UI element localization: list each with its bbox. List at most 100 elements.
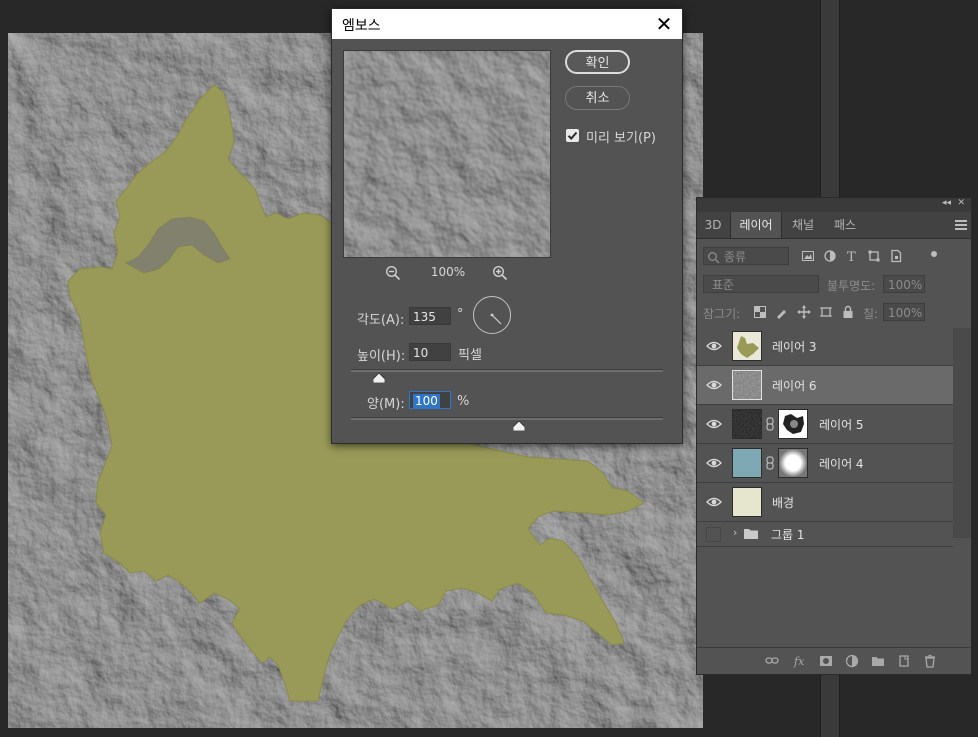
lock-pixels-icon[interactable] <box>775 305 789 319</box>
layer-kind-value: 종류 <box>724 250 747 264</box>
ok-button[interactable]: 확인 <box>565 50 630 74</box>
preview-texture <box>344 51 550 257</box>
layer-thumbnail <box>732 448 762 478</box>
folder-icon <box>744 529 758 539</box>
new-group-icon[interactable] <box>871 654 885 668</box>
eye-icon[interactable] <box>706 496 722 508</box>
tab-3d[interactable]: 3D <box>697 212 729 238</box>
layer-mask-thumbnail[interactable] <box>778 448 808 478</box>
link-icon[interactable] <box>766 456 774 470</box>
amount-unit: % <box>457 394 470 409</box>
layer-row[interactable]: 배경 <box>697 483 953 522</box>
shape-filter-icon[interactable] <box>867 249 881 263</box>
angle-dial[interactable] <box>473 296 511 334</box>
eye-icon[interactable] <box>706 418 722 430</box>
height-slider-thumb[interactable] <box>373 373 386 383</box>
tab-paths[interactable]: 패스 <box>825 212 865 238</box>
layers-bottom-bar: fx <box>697 647 971 674</box>
layer-thumbnail <box>732 331 762 361</box>
height-label: 높이(H): <box>357 349 406 364</box>
angle-unit: ° <box>457 307 464 322</box>
amount-label: 양(M): <box>367 397 405 412</box>
dark-noise-thumbnail-image <box>733 410 761 438</box>
height-input[interactable]: 10 <box>409 343 451 361</box>
zoom-level: 100% <box>430 265 466 279</box>
layer-mask-thumbnail[interactable] <box>778 409 808 439</box>
layer-thumbnail <box>732 409 762 439</box>
trash-icon[interactable] <box>923 654 937 668</box>
map-thumbnail-image <box>737 336 759 358</box>
search-icon <box>708 252 720 264</box>
link-icon[interactable] <box>766 417 774 431</box>
type-filter-icon[interactable]: T <box>845 249 859 263</box>
tab-channels[interactable]: 채널 <box>783 212 823 238</box>
height-slider-track[interactable] <box>351 369 663 372</box>
opacity-label: 불투명도: <box>827 279 876 293</box>
amount-input[interactable]: 100 <box>409 391 451 409</box>
zoom-in-icon[interactable] <box>492 265 508 281</box>
collapse-icon[interactable]: ◂◂ <box>942 198 951 208</box>
layer-thumbnail <box>732 370 762 400</box>
link-layers-icon[interactable] <box>765 654 779 668</box>
lock-all-icon[interactable] <box>841 305 855 319</box>
blend-mode-select[interactable]: 표준 <box>703 275 819 293</box>
opacity-value: 100% <box>888 278 923 292</box>
layer-row[interactable]: 레이어 3 <box>697 327 953 366</box>
chevron-right-icon[interactable]: › <box>733 526 737 539</box>
add-mask-icon[interactable] <box>819 654 833 668</box>
zoom-out-icon[interactable] <box>385 265 401 281</box>
amount-slider-thumb[interactable] <box>513 421 526 431</box>
emboss-dialog: 엠보스 ✕ 100% 확인 취소 미리 보기(P) 각도(A): 135 ° 높… <box>331 8 683 444</box>
dialog-title: 엠보스 <box>342 18 381 34</box>
fx-icon[interactable]: fx <box>793 654 807 668</box>
opacity-input[interactable]: 100% <box>883 275 925 293</box>
panel-menu-icon[interactable] <box>955 220 967 230</box>
layer-row[interactable]: 레이어 4 <box>697 444 953 483</box>
angle-dial-needle <box>490 313 502 325</box>
group-row[interactable]: › 그룹 1 <box>697 522 953 547</box>
tab-layers[interactable]: 레이어 <box>730 212 782 238</box>
fill-value: 100% <box>888 306 923 320</box>
lock-row: 잠그기: 칠: 100% <box>697 301 971 323</box>
fill-input[interactable]: 100% <box>883 303 925 321</box>
layer-name: 레이어 3 <box>772 340 817 354</box>
layer-row[interactable]: 레이어 5 <box>697 405 953 444</box>
adjustment-filter-icon[interactable] <box>823 249 837 263</box>
dialog-titlebar[interactable]: 엠보스 ✕ <box>332 9 682 39</box>
amount-slider-track[interactable] <box>351 417 663 420</box>
smart-object-filter-icon[interactable] <box>889 249 903 263</box>
eye-icon[interactable] <box>706 379 722 391</box>
adjustment-layer-icon[interactable] <box>845 654 859 668</box>
pixel-filter-icon[interactable] <box>801 249 815 263</box>
panel-tabs: 3D 레이어 채널 패스 <box>697 212 971 239</box>
preview-checkbox[interactable] <box>566 129 579 142</box>
lock-artboard-icon[interactable] <box>819 305 833 319</box>
lock-position-icon[interactable] <box>797 305 811 319</box>
eye-icon[interactable] <box>706 340 722 352</box>
close-icon[interactable]: ✕ <box>652 12 676 36</box>
noise-thumbnail-image <box>733 371 761 399</box>
blend-mode-value: 표준 <box>712 278 735 292</box>
lock-label: 잠그기: <box>703 307 741 321</box>
layer-thumbnail <box>732 487 762 517</box>
layer-row[interactable]: 레이어 6 <box>697 366 953 405</box>
preview-label: 미리 보기(P) <box>586 131 656 146</box>
eye-icon[interactable] <box>706 457 722 469</box>
panel-close-icon[interactable]: ✕ <box>957 198 965 208</box>
cancel-button[interactable]: 취소 <box>565 86 630 110</box>
blend-row: 표준 불투명도: 100% <box>697 273 971 295</box>
filter-preview[interactable] <box>343 50 551 258</box>
svg-text:fx: fx <box>793 655 805 668</box>
height-unit: 픽셀 <box>458 348 482 363</box>
panel-topbar: ◂◂ ✕ <box>697 198 971 212</box>
new-layer-icon[interactable] <box>897 654 911 668</box>
layer-name: 레이어 6 <box>772 379 817 393</box>
filter-toggle-icon[interactable] <box>927 249 941 263</box>
visibility-toggle[interactable] <box>706 527 721 542</box>
angle-input[interactable]: 135 <box>409 307 451 325</box>
mask-thumbnail-image <box>783 414 804 434</box>
layer-name: 레이어 4 <box>819 457 864 471</box>
layers-scrollbar[interactable] <box>953 328 971 538</box>
lock-transparent-icon[interactable] <box>753 305 767 319</box>
layer-name: 레이어 5 <box>819 418 864 432</box>
